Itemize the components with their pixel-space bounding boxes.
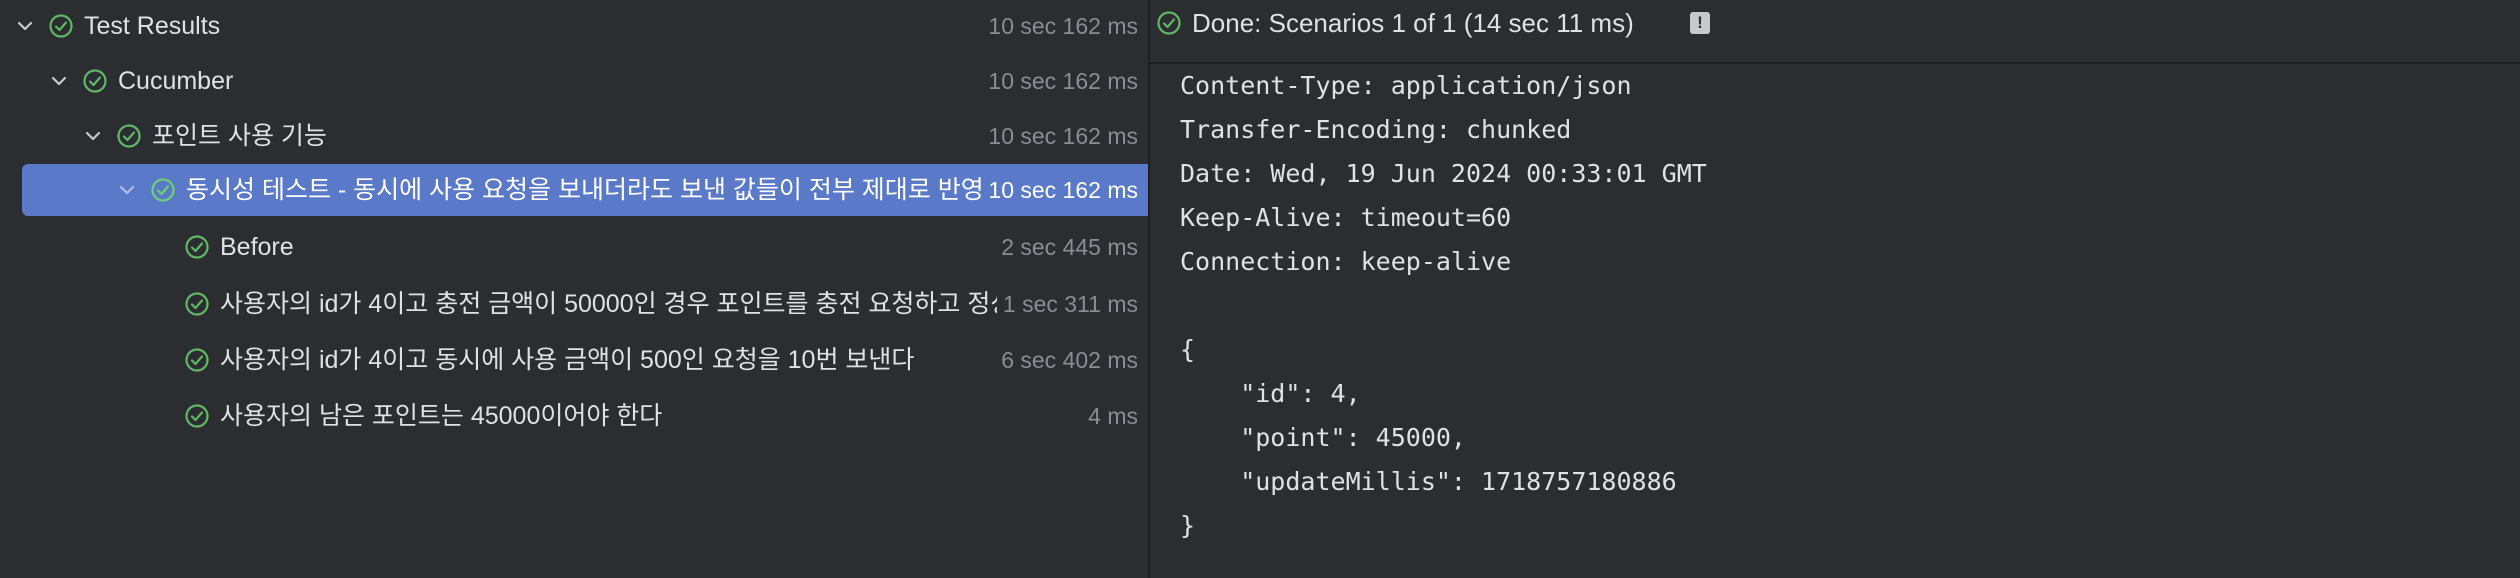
tree-row-label: 동시성 테스트 - 동시에 사용 요청을 보내더라도 보낸 값들이 전부 제대로… bbox=[186, 176, 996, 204]
console-line: Transfer-Encoding: chunked bbox=[1180, 115, 1572, 144]
duration-label: 1 sec 311 ms bbox=[996, 278, 1138, 330]
console-line: "updateMillis": 1718757180886 bbox=[1180, 467, 1677, 496]
exclamation-badge-icon[interactable]: ! bbox=[1690, 12, 1710, 34]
console-line: "point": 45000, bbox=[1180, 423, 1466, 452]
duration-label: 10 sec 162 ms bbox=[988, 13, 1138, 39]
console-header: Done: Scenarios 1 of 1 (14 sec 11 ms) ! bbox=[1150, 0, 2520, 64]
chevron-down-icon[interactable] bbox=[14, 15, 36, 37]
console-output[interactable]: Content-Type: application/json Transfer-… bbox=[1180, 64, 2500, 548]
tree-row-label: 사용자의 id가 4이고 동시에 사용 금액이 500인 요청을 10번 보낸다 bbox=[220, 346, 915, 374]
tree-row-step[interactable]: 사용자의 남은 포인트는 45000이어야 한다 4 ms bbox=[0, 390, 1148, 442]
tree-row-label: Before bbox=[220, 233, 294, 261]
check-circle-icon bbox=[184, 291, 210, 317]
chevron-down-icon[interactable] bbox=[116, 179, 138, 201]
tree-row-feature[interactable]: 포인트 사용 기능 10 sec 162 ms bbox=[0, 110, 1148, 162]
tree-row-step[interactable]: Before 2 sec 445 ms bbox=[0, 221, 1148, 273]
run-status-text: Done: Scenarios 1 of 1 (14 sec 11 ms) bbox=[1192, 8, 1634, 38]
check-circle-icon bbox=[48, 13, 74, 39]
check-circle-icon bbox=[184, 234, 210, 260]
check-circle-icon bbox=[150, 177, 176, 203]
chevron-down-icon[interactable] bbox=[48, 70, 70, 92]
duration-label: 4 ms bbox=[1088, 403, 1138, 429]
console-panel: Done: Scenarios 1 of 1 (14 sec 11 ms) ! … bbox=[1150, 0, 2520, 578]
duration-label: 6 sec 402 ms bbox=[1001, 347, 1138, 373]
console-line: { bbox=[1180, 335, 1196, 364]
tree-row-label: Test Results bbox=[84, 12, 221, 40]
duration-label: 2 sec 445 ms bbox=[1001, 234, 1138, 260]
tree-row-label: 포인트 사용 기능 bbox=[152, 122, 327, 150]
tree-row-label: 사용자의 남은 포인트는 45000이어야 한다 bbox=[220, 402, 663, 430]
check-circle-icon bbox=[184, 403, 210, 429]
tree-row-step[interactable]: 사용자의 id가 4이고 동시에 사용 금액이 500인 요청을 10번 보낸다… bbox=[0, 334, 1148, 386]
console-line: Connection: keep-alive bbox=[1180, 247, 1512, 276]
tree-row-label: Cucumber bbox=[118, 67, 234, 95]
tree-row-scenario-selected[interactable]: 동시성 테스트 - 동시에 사용 요청을 보내더라도 보낸 값들이 전부 제대로… bbox=[22, 164, 1148, 216]
tree-row-test-results[interactable]: Test Results 10 sec 162 ms bbox=[0, 0, 1148, 52]
duration-label: 10 sec 162 ms bbox=[982, 164, 1138, 216]
test-results-tree: Test Results 10 sec 162 ms Cucumber 10 s… bbox=[0, 0, 1148, 578]
console-line: Keep-Alive: timeout=60 bbox=[1180, 203, 1512, 232]
check-circle-icon bbox=[82, 68, 108, 94]
console-line: "id": 4, bbox=[1180, 379, 1361, 408]
check-circle-icon bbox=[1156, 10, 1182, 36]
duration-label: 10 sec 162 ms bbox=[988, 68, 1138, 94]
chevron-down-icon[interactable] bbox=[82, 125, 104, 147]
console-line: Date: Wed, 19 Jun 2024 00:33:01 GMT bbox=[1180, 159, 1707, 188]
console-line: } bbox=[1180, 511, 1196, 540]
console-line: Content-Type: application/json bbox=[1180, 71, 1632, 100]
check-circle-icon bbox=[116, 123, 142, 149]
tree-row-cucumber[interactable]: Cucumber 10 sec 162 ms bbox=[0, 55, 1148, 107]
duration-label: 10 sec 162 ms bbox=[988, 123, 1138, 149]
tree-row-label: 사용자의 id가 4이고 충전 금액이 50000인 경우 포인트를 충전 요청… bbox=[220, 290, 1000, 318]
check-circle-icon bbox=[184, 347, 210, 373]
tree-row-step[interactable]: 사용자의 id가 4이고 충전 금액이 50000인 경우 포인트를 충전 요청… bbox=[0, 278, 1148, 330]
